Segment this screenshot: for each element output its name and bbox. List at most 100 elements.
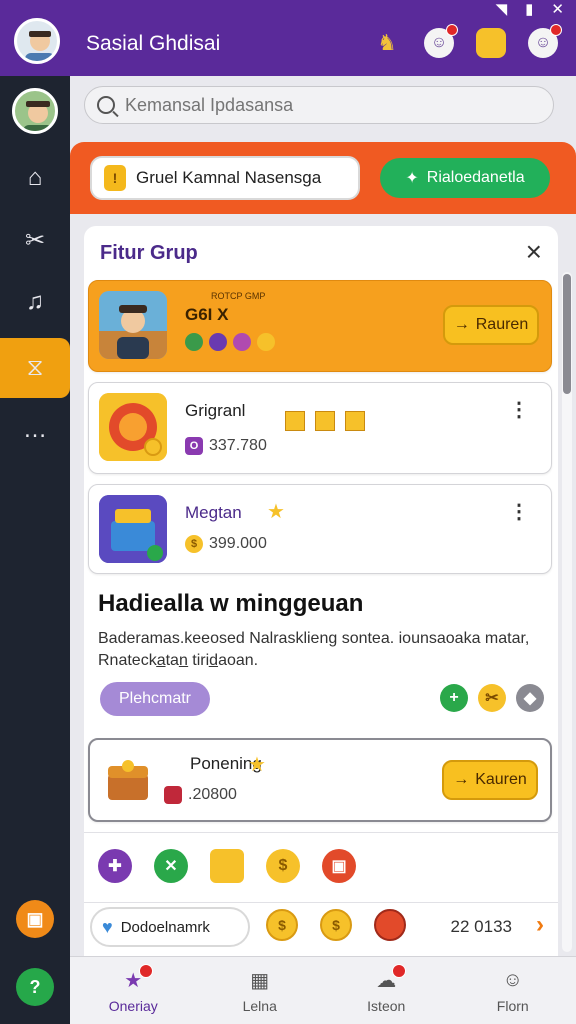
gem-icon [164,786,182,804]
sidebar: ⌂ ✂ ♫ ⧖ … ▣ ? [0,76,70,1024]
group-name-label: Gruel Kamnal Nasensga [136,168,322,187]
tools-icon: ✂ [24,226,46,254]
more-icon[interactable]: ⋮ [509,397,529,422]
tab-label: Florn [496,997,529,1014]
tab-label: Isteon [367,997,406,1014]
weekly-button[interactable]: Plehcmatr [100,682,210,716]
tab-lelna[interactable]: ▦ Lelna [197,957,324,1024]
tab-florn[interactable]: ☺ Florn [450,957,576,1024]
coin-icon: $ [185,535,203,553]
ball-icon[interactable] [374,909,406,941]
gem-icon: O [185,437,203,455]
friend-pill[interactable]: ♥ Dodoelnamrk [90,907,250,947]
coin-icon[interactable]: $ [266,909,298,941]
banner-action-label: Rialoedanetla [426,169,525,186]
tag-icon[interactable]: ◆ [516,684,544,712]
close-icon[interactable]: ✕ [551,0,564,18]
cube-icon [315,411,335,431]
feature-row[interactable]: G6I X ROTCP GMP → Rauren [88,280,552,372]
feature-thumbnail [99,291,167,359]
feature-thumbnail [99,393,167,461]
reward-tray: ✚ ✕ $ ▣ [84,832,558,898]
coin-stack-icon[interactable] [210,848,244,883]
close-icon[interactable]: × [526,236,542,268]
star-icon: ★ [119,963,154,994]
featured-action-button[interactable]: → Kauren [442,760,538,800]
weekly-actions: + ✂ ◆ [440,684,544,712]
feature-panel: Fitur Grup × G6I X ROTCP GMP → Rauren Gr… [84,226,558,956]
feature-name: Megtan [185,503,242,522]
tab-oneriay[interactable]: ★ Oneriay [70,957,197,1024]
chip-icon [209,333,227,351]
scrollbar-thumb[interactable] [563,274,571,394]
featured-action-label: Kauren [475,771,527,788]
feature-value-text: 337.780 [209,437,267,454]
feature-action-button[interactable]: → Rauren [443,305,539,345]
coin-icon[interactable]: $ [266,848,300,883]
store-icon: ▦ [250,970,270,992]
featured-value-text: .20800 [188,786,237,803]
gift-icon[interactable]: ▣ [322,848,356,883]
feature-chips [185,333,275,351]
feature-value-text: 399.000 [209,535,267,552]
feature-row[interactable]: Megtan ★ ⋮ $ 399.000 [88,484,552,574]
tools-icon[interactable]: ✂ [478,684,506,712]
feature-meta: ROTCP GMP [211,291,266,301]
search-bar[interactable] [84,86,554,124]
music-icon: ♫ [26,288,44,315]
friend-count: 22 0133 [450,917,512,936]
add-icon[interactable]: + [440,684,468,712]
coin-icon [257,333,275,351]
alert-icon[interactable]: ☺ [424,24,458,58]
groups-icon: ⧖ [26,354,44,381]
battery-icon: ▮ [525,1,534,18]
sidebar-item-music[interactable]: ♫ [0,272,70,332]
heart-icon: ♥ [102,916,113,937]
search-input[interactable] [125,94,525,116]
sidebar-item-tools[interactable]: ✂ [0,210,70,270]
featured-row[interactable]: Ponening ★ .20800 → Kauren [88,738,552,822]
star-icon: ★ [267,501,285,523]
weekly-description: Baderamas.keeosed Nalrasklieng sontea. i… [98,630,530,669]
sidebar-item-groups[interactable]: ⧖ [0,338,70,398]
avatar[interactable] [14,18,60,64]
more-icon[interactable]: ⋮ [509,499,529,524]
panel-title: Fitur Grup [100,242,198,264]
cube-icon [345,411,365,431]
tab-isteon[interactable]: ☁ Isteon [323,957,450,1024]
sidebar-item-home[interactable]: ⌂ [0,148,70,208]
coins-icon[interactable] [476,28,506,58]
banner-action-button[interactable]: ✦ Rialoedanetla [380,158,550,198]
gift-icon[interactable]: ▣ [16,900,54,938]
feature-row[interactable]: Grigranl ⋮ O 337.780 [88,382,552,474]
scrollbar[interactable] [562,272,572,952]
cross-icon[interactable]: ✕ [154,848,188,883]
header-actions: ♞ ☺ ☺ [372,24,562,58]
sidebar-item-message[interactable]: … [0,400,70,460]
trophy-icon[interactable]: ♞ [372,28,402,58]
arrow-icon: → [453,316,470,333]
feature-name: Grigranl [185,401,246,420]
chip-icon [185,333,203,351]
status-bar: ◥ ▮ ✕ [496,0,564,18]
feature-value: $ 399.000 [185,535,267,553]
app-title: Sasial Ghdisai [86,32,221,55]
chevron-right-icon[interactable]: › [536,911,544,939]
cube-icons [285,411,365,431]
gift-icon: ✦ [405,170,419,187]
featured-value: .20800 [164,786,237,804]
help-icon[interactable]: ? [16,968,54,1006]
bottom-nav: ★ Oneriay ▦ Lelna ☁ Isteon ☺ Florn [70,956,576,1024]
puzzle-icon[interactable]: ✚ [98,848,132,883]
chat-icon[interactable]: ☺ [528,24,562,58]
signal-icon: ◥ [495,1,508,18]
rail-avatar[interactable] [12,88,58,134]
friend-bar: ♥ Dodoelnamrk $ $ 22 0133 › [84,902,558,956]
group-name-pill[interactable]: ! Gruel Kamnal Nasensga [90,156,360,200]
message-icon: … [23,416,47,443]
friend-pill-label: Dodoelnamrk [120,918,210,936]
weekly-title: Hadiealla w minggeuan [98,590,364,617]
coin-icon[interactable]: $ [320,909,352,941]
feature-thumbnail [99,495,167,563]
feature-name: G6I X [185,305,229,324]
